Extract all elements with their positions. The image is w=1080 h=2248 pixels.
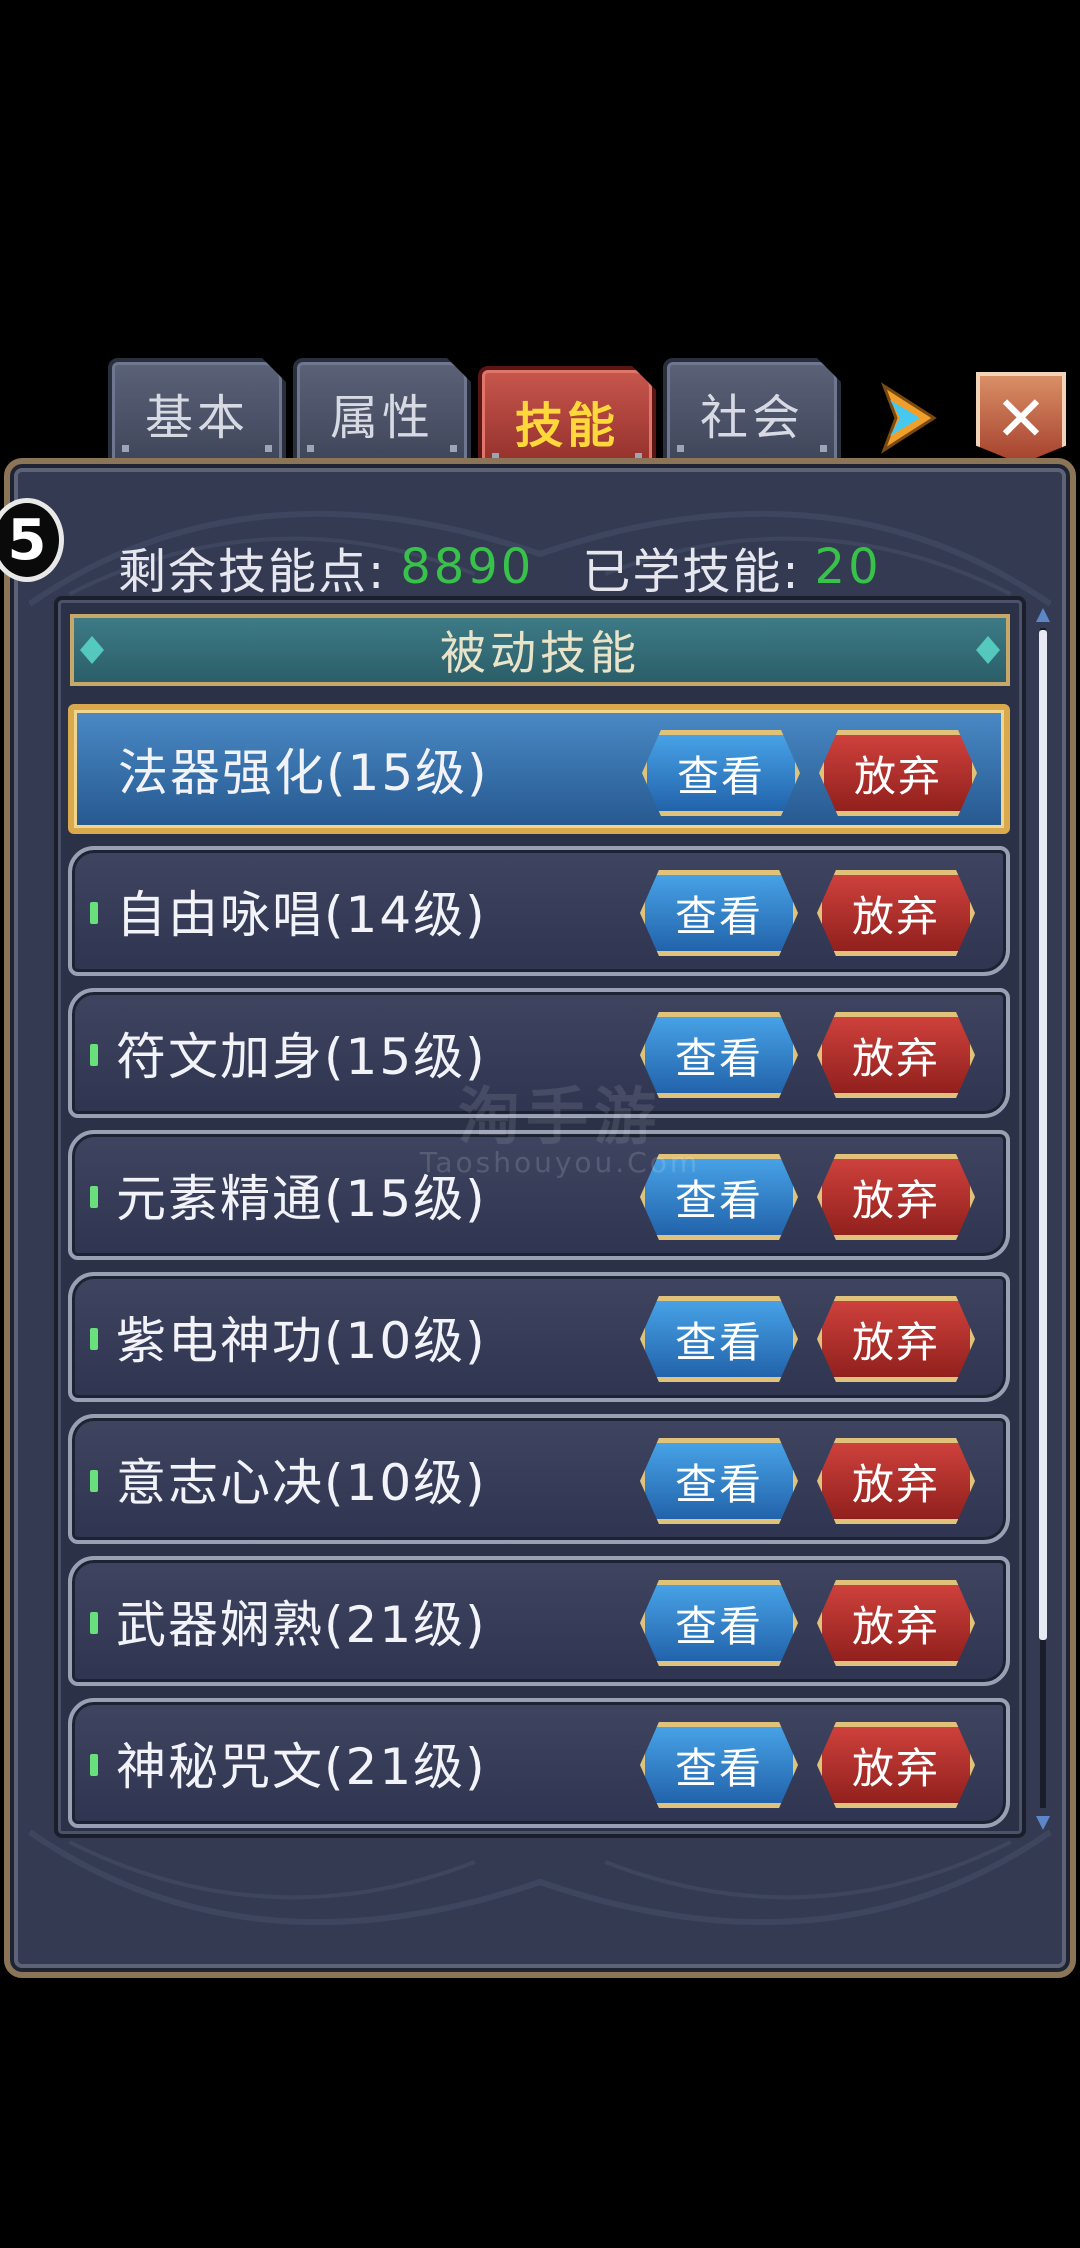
abandon-label: 放弃: [853, 751, 942, 801]
tab-social[interactable]: 社会: [663, 358, 841, 468]
abandon-label: 放弃: [851, 1317, 940, 1367]
abandon-button[interactable]: 放弃: [817, 1438, 975, 1524]
tab-rivet: [307, 445, 314, 452]
section-header: 被动技能: [70, 614, 1010, 686]
gem-icon: [80, 636, 104, 664]
view-label: 查看: [674, 1317, 763, 1367]
abandon-button[interactable]: 放弃: [817, 1154, 975, 1240]
remaining-points-label: 剩余技能点:: [118, 544, 387, 600]
status-pip: [90, 1044, 98, 1066]
abandon-button[interactable]: 放弃: [817, 1580, 975, 1666]
tab-rivet: [820, 445, 827, 452]
abandon-button[interactable]: 放弃: [819, 730, 977, 816]
tab-basic[interactable]: 基本: [108, 358, 286, 468]
view-label: 查看: [674, 1743, 763, 1793]
tab-corner: [262, 358, 286, 382]
view-button[interactable]: 查看: [640, 1722, 798, 1808]
learned-skills-label: 已学技能:: [582, 544, 801, 600]
status-pip: [90, 1470, 98, 1492]
next-tab-arrow-icon[interactable]: [876, 380, 940, 456]
view-button[interactable]: 查看: [640, 1580, 798, 1666]
abandon-button[interactable]: 放弃: [817, 870, 975, 956]
view-label: 查看: [674, 1459, 763, 1509]
skill-row[interactable]: 武器娴熟(21级) 查看 放弃: [68, 1556, 1010, 1686]
remaining-points-value: 8890: [400, 539, 535, 595]
skill-stats: 剩余技能点: 8890 已学技能: 20: [118, 532, 882, 602]
status-pip: [90, 1754, 98, 1776]
skill-row[interactable]: 自由咏唱(14级) 查看 放弃: [68, 846, 1010, 976]
status-pip: [90, 1328, 98, 1350]
scroll-up-arrow-icon[interactable]: [1036, 608, 1050, 622]
view-button[interactable]: 查看: [640, 1296, 798, 1382]
view-button[interactable]: 查看: [642, 730, 800, 816]
skill-name: 紫电神功(10级): [116, 1312, 487, 1370]
abandon-label: 放弃: [851, 1033, 940, 1083]
abandon-label: 放弃: [851, 1601, 940, 1651]
watermark-url: Taoshouyou.Com: [419, 1146, 701, 1179]
skill-name: 自由咏唱(14级): [116, 886, 487, 944]
tab-rivet: [677, 445, 684, 452]
tab-rivet: [265, 445, 272, 452]
tab-basic-label: 基本: [144, 390, 249, 446]
learned-skills-value: 20: [814, 539, 882, 595]
abandon-label: 放弃: [851, 891, 940, 941]
view-label: 查看: [674, 891, 763, 941]
status-pip: [90, 902, 98, 924]
tab-attributes[interactable]: 属性: [293, 358, 471, 468]
tab-social-label: 社会: [699, 390, 804, 446]
abandon-button[interactable]: 放弃: [817, 1296, 975, 1382]
abandon-button[interactable]: 放弃: [817, 1722, 975, 1808]
skill-name: 武器娴熟(21级): [116, 1596, 487, 1654]
skill-name: 法器强化(15级): [118, 744, 489, 802]
section-header-label: 被动技能: [440, 626, 640, 680]
skill-name: 神秘咒文(21级): [116, 1738, 487, 1796]
abandon-label: 放弃: [851, 1175, 940, 1225]
skill-row[interactable]: 神秘咒文(21级) 查看 放弃: [68, 1698, 1010, 1828]
tab-rivet: [122, 445, 129, 452]
gem-icon: [976, 636, 1000, 664]
skill-row[interactable]: 法器强化(15级) 查看 放弃: [68, 704, 1010, 834]
view-label: 查看: [676, 751, 765, 801]
scroll-thumb[interactable]: [1039, 630, 1047, 1640]
tab-rivet: [450, 445, 457, 452]
status-pip: [90, 1186, 98, 1208]
abandon-label: 放弃: [851, 1459, 940, 1509]
tab-corner: [632, 366, 656, 390]
close-button[interactable]: ✕: [976, 372, 1066, 464]
view-button[interactable]: 查看: [640, 870, 798, 956]
skill-name: 意志心决(10级): [116, 1454, 487, 1512]
scrollbar[interactable]: [1036, 604, 1050, 1834]
scroll-down-arrow-icon[interactable]: [1036, 1816, 1050, 1830]
watermark-logo: 淘手游: [457, 1080, 662, 1153]
view-button[interactable]: 查看: [640, 1438, 798, 1524]
status-pip: [90, 1612, 98, 1634]
tab-skills-label: 技能: [514, 398, 619, 454]
tab-corner: [817, 358, 841, 382]
abandon-label: 放弃: [851, 1743, 940, 1793]
abandon-button[interactable]: 放弃: [817, 1012, 975, 1098]
close-icon: ✕: [995, 382, 1047, 455]
tab-attributes-label: 属性: [329, 390, 434, 446]
tab-corner: [447, 358, 471, 382]
overlay-badge-number: 5: [7, 507, 47, 573]
skill-row[interactable]: 紫电神功(10级) 查看 放弃: [68, 1272, 1010, 1402]
skill-row[interactable]: 意志心决(10级) 查看 放弃: [68, 1414, 1010, 1544]
view-label: 查看: [674, 1601, 763, 1651]
